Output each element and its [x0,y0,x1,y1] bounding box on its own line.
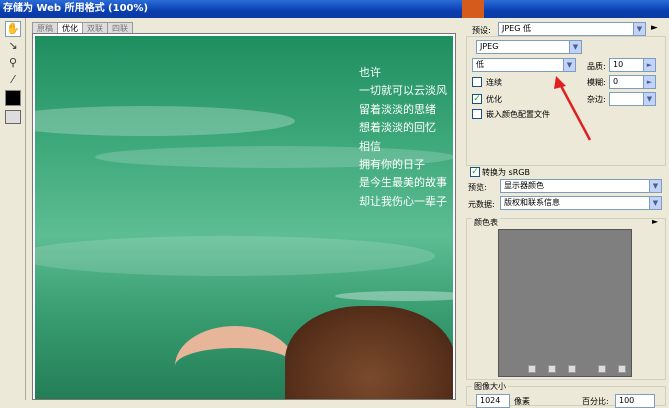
chevron-down-icon: ▼ [649,180,661,192]
metadata-value: 版权和联系信息 [504,198,560,207]
format-select[interactable]: JPEG ▼ [476,40,582,54]
color-table-swatches[interactable] [498,229,632,377]
color-table-menu-icon[interactable]: ► [652,217,658,226]
preview-canvas-frame: 也许 一切就可以云淡风 留着淡淡的思绪 想着淡淡的回忆 相信 拥有你的日子 是今… [32,33,456,400]
quality-input[interactable]: 10 ► [609,58,656,72]
toolbox: ✋ ↘ ⚲ ⁄ [0,18,26,400]
width-unit: 像素 [514,397,530,406]
hand-tool-icon[interactable]: ✋ [5,21,21,37]
web-snap-icon[interactable] [548,365,556,373]
metadata-select[interactable]: 版权和联系信息 ▼ [500,196,662,210]
lock-icon[interactable] [568,365,576,373]
chevron-down-icon: ▼ [569,41,581,53]
preset-label: 预设: [472,26,491,35]
embed-icc-label: 嵌入颜色配置文件 [486,110,550,119]
quality-label: 品质: [587,62,606,71]
window-title: 存储为 Web 所用格式 (100%) [3,3,149,14]
preview-value: 显示器颜色 [504,181,544,190]
preset-select[interactable]: JPEG 低 ▼ [498,22,646,36]
chevron-down-icon: ▼ [649,197,661,209]
new-color-icon[interactable] [598,365,606,373]
poem-line: 一切就可以云淡风 [359,84,447,98]
chevron-down-icon: ▼ [633,23,645,35]
photo-hair [285,306,453,399]
quality-level-value: 低 [476,60,484,69]
poem-line: 也许 [359,66,381,79]
trash-icon[interactable] [618,365,626,373]
preview-select[interactable]: 显示器颜色 ▼ [500,179,662,193]
poem-text: 也许 一切就可以云淡风 留着淡淡的思绪 想着淡淡的回忆 相信 拥有你的日子 是今… [359,64,447,211]
chevron-down-icon: ▼ [643,93,655,105]
poem-line: 留着淡淡的思绪 [359,102,436,116]
zoom-tool-icon[interactable]: ⚲ [5,55,21,71]
blur-value: 0 [613,77,619,86]
poem-line: 想着淡淡的回忆 [359,121,436,135]
quality-level-select[interactable]: 低 ▼ [472,58,576,72]
percent-label: 百分比: [582,397,609,406]
percent-input[interactable]: 100 [615,394,655,408]
photo-arm [175,326,295,399]
blur-label: 模糊: [587,78,606,87]
percent-value: 100 [619,396,635,405]
progressive-checkbox[interactable] [472,77,482,87]
convert-srgb-checkbox[interactable]: ✓ [470,167,480,177]
lock-color-icon[interactable] [528,365,536,373]
slice-select-tool-icon[interactable]: ↘ [5,38,21,54]
poem-line: 是今生最美的故事 [359,176,447,190]
eyedropper-tool-icon[interactable]: ⁄ [5,72,21,88]
image-size-label: 图像大小 [472,381,508,392]
window-title-bar: 存储为 Web 所用格式 (100%) [0,0,669,18]
title-bar-highlight [462,0,484,18]
preview-image[interactable]: 也许 一切就可以云淡风 留着淡淡的思绪 想着淡淡的回忆 相信 拥有你的日子 是今… [35,36,453,399]
chevron-right-icon: ► [643,76,655,88]
poem-line: 相信 [359,139,381,153]
metadata-label: 元数据: [468,200,495,209]
blur-input[interactable]: 0 ► [609,75,656,89]
preview-label: 预览: [468,183,487,192]
chevron-right-icon: ► [643,59,655,71]
optimized-label: 优化 [486,95,502,104]
width-value: 1024 [480,396,501,405]
matte-label: 杂边: [587,95,606,104]
poem-line: 却让我伤心一辈子 [359,194,447,208]
convert-srgb-label: 转换为 sRGB [482,168,530,177]
chevron-down-icon: ▼ [563,59,575,71]
toggle-slices-icon[interactable] [5,110,21,124]
quality-value: 10 [613,60,624,69]
width-input[interactable]: 1024 [476,394,510,408]
preset-value: JPEG 低 [502,24,531,33]
matte-select[interactable]: ▼ [609,92,656,106]
embed-icc-checkbox[interactable] [472,109,482,119]
progressive-label: 连续 [486,78,502,87]
preset-menu-icon[interactable]: ► [651,23,658,33]
color-table-label: 颜色表 [472,217,500,228]
settings-panel: 预设: JPEG 低 ▼ ► JPEG ▼ 低 ▼ 品质: 10 ► 连续 模糊: 0 ►… [462,18,669,408]
poem-line: 拥有你的日子 [359,158,425,172]
optimized-checkbox[interactable]: ✓ [472,94,482,104]
format-value: JPEG [480,42,499,51]
eyedropper-color-swatch[interactable] [5,90,21,106]
